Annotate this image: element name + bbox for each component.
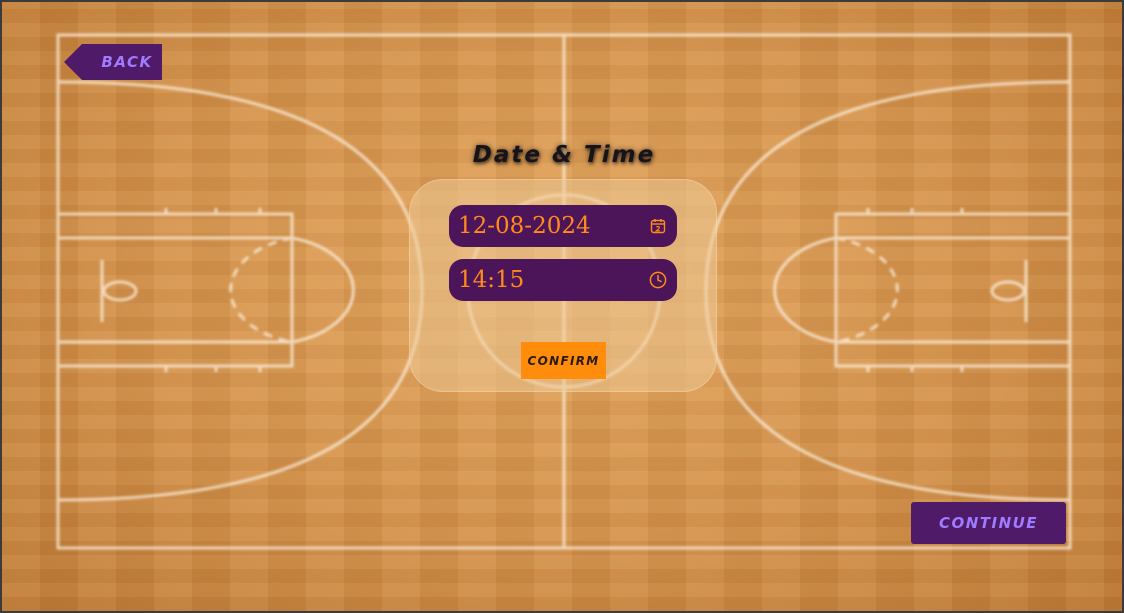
back-button[interactable]: BACK [64,44,162,80]
time-value: 14:15 [458,267,525,293]
continue-button-label: CONTINUE [938,514,1039,532]
confirm-button-label: CONFIRM [527,353,600,368]
clock-icon[interactable] [649,271,667,289]
app-screen: BACK Date & Time 12-08-2024 14:15 CONFIR… [0,0,1124,613]
page-title: Date & Time [472,142,656,168]
confirm-button[interactable]: CONFIRM [521,342,606,379]
continue-button[interactable]: CONTINUE [911,502,1066,544]
back-button-label: BACK [101,53,153,71]
date-value: 12-08-2024 [458,213,591,239]
time-field[interactable]: 14:15 [449,259,677,301]
date-field[interactable]: 12-08-2024 [449,205,677,247]
date-time-panel: 12-08-2024 14:15 CONFIRM [409,179,717,392]
calendar-icon[interactable] [649,217,667,235]
